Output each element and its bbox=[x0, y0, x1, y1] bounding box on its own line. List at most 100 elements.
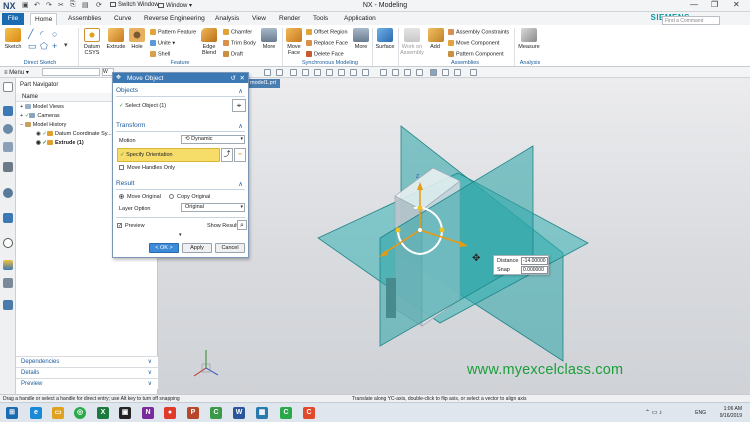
copy-icon[interactable]: ⎘ bbox=[70, 1, 76, 9]
line-icon[interactable]: ╱ bbox=[28, 29, 33, 40]
roles-icon[interactable] bbox=[3, 300, 13, 310]
tab-home[interactable]: Home bbox=[30, 13, 58, 25]
pan-icon[interactable] bbox=[416, 69, 423, 76]
pattern-feature-button[interactable]: Pattern Feature bbox=[150, 29, 196, 35]
transform-section-header[interactable]: Transform ∧ bbox=[116, 122, 245, 130]
cut-icon[interactable]: ✂ bbox=[58, 1, 64, 9]
settings-icon[interactable] bbox=[3, 82, 13, 92]
rotate-icon[interactable] bbox=[404, 69, 411, 76]
edge-blend-button[interactable]: Edge Blend bbox=[198, 28, 220, 56]
snap-quadrant-icon[interactable] bbox=[326, 69, 333, 76]
snap-midpoint-icon[interactable] bbox=[302, 69, 309, 76]
command-search-input[interactable]: Find a Command bbox=[662, 16, 720, 25]
switch-window-button[interactable]: Switch Window bbox=[110, 2, 159, 8]
chrome-icon[interactable]: ◎ bbox=[74, 407, 86, 419]
sketch-button[interactable]: Sketch bbox=[3, 28, 23, 50]
process-studio-icon[interactable] bbox=[3, 278, 13, 288]
doc-tab-model1[interactable]: model1.prt bbox=[246, 79, 280, 88]
snap-face-icon[interactable] bbox=[362, 69, 369, 76]
zoom-icon[interactable] bbox=[392, 69, 399, 76]
snap-point-icon[interactable] bbox=[350, 69, 357, 76]
move-component-button[interactable]: Move Component bbox=[448, 40, 499, 46]
cancel-button[interactable]: Cancel bbox=[215, 243, 245, 253]
show-result-icon[interactable]: ⌕ bbox=[237, 220, 247, 230]
circle-icon[interactable]: ○ bbox=[52, 29, 57, 39]
offset-region-button[interactable]: Offset Region bbox=[306, 29, 348, 35]
add-component-button[interactable]: Add bbox=[428, 28, 444, 50]
details-section[interactable]: Details ∨ bbox=[16, 367, 158, 378]
tab-reverse-engineering[interactable]: Reverse Engineering bbox=[140, 13, 209, 25]
select-object-target-icon[interactable]: ⌖ bbox=[232, 99, 246, 112]
chamfer-button[interactable]: Chamfer bbox=[223, 29, 252, 35]
snap-endpoint-icon[interactable] bbox=[290, 69, 297, 76]
web-browser-icon[interactable] bbox=[3, 188, 13, 198]
selection-filter-dropdown[interactable] bbox=[42, 68, 100, 76]
datum-csys-button[interactable]: Datum CSYS bbox=[82, 28, 102, 56]
reset-icon[interactable]: ↺ bbox=[231, 74, 236, 82]
preview-checkbox[interactable]: ✓ Preview bbox=[117, 223, 145, 229]
feature-more-button[interactable]: More bbox=[260, 28, 278, 50]
snap-center-icon[interactable] bbox=[314, 69, 321, 76]
unite-button[interactable]: Unite ▾ bbox=[150, 40, 175, 46]
trim-body-button[interactable]: Trim Body bbox=[223, 40, 256, 46]
copy-original-radio[interactable]: Copy Original bbox=[169, 194, 210, 200]
onscreen-icon[interactable]: ▣ bbox=[119, 407, 131, 419]
expand-more-icon[interactable]: ▾ bbox=[179, 232, 182, 238]
draft-button[interactable]: Draft bbox=[223, 51, 243, 57]
tab-view[interactable]: View bbox=[248, 13, 270, 25]
paste-icon[interactable]: ▤ bbox=[82, 1, 89, 9]
extrude-button[interactable]: Extrude bbox=[105, 28, 127, 50]
select-all-icon[interactable] bbox=[264, 69, 271, 76]
snap-intersection-icon[interactable] bbox=[338, 69, 345, 76]
tab-tools[interactable]: Tools bbox=[309, 13, 332, 25]
work-on-assembly-button[interactable]: Work on Assembly bbox=[400, 28, 424, 56]
camtasia-recorder-icon[interactable]: C bbox=[280, 407, 292, 419]
assembly-navigator-icon[interactable] bbox=[3, 124, 13, 134]
tab-render[interactable]: Render bbox=[275, 13, 304, 25]
shaded-icon[interactable] bbox=[430, 69, 437, 76]
tree-item-datum-csys[interactable]: ◉ ✓ Datum Coordinate Sy... bbox=[36, 131, 112, 137]
point-dialog-icon[interactable]: ⌁ bbox=[234, 148, 246, 162]
rectangle-icon[interactable]: ▭ bbox=[28, 41, 37, 52]
move-handles-only-checkbox[interactable]: Move Handles Only bbox=[119, 165, 175, 171]
redo-icon[interactable]: ↷ bbox=[46, 1, 52, 9]
hole-button[interactable]: Hole bbox=[129, 28, 145, 50]
dependencies-section[interactable]: Dependencies ∨ bbox=[16, 356, 158, 367]
reuse-library-icon[interactable] bbox=[3, 162, 13, 172]
ok-button[interactable]: < OK > bbox=[149, 243, 179, 253]
distance-field[interactable]: -14.00000 bbox=[521, 257, 548, 265]
clock-icon[interactable] bbox=[3, 238, 13, 248]
tab-analysis[interactable]: Analysis bbox=[211, 13, 243, 25]
dialog-close-icon[interactable]: ✕ bbox=[240, 74, 245, 82]
assembly-constraints-button[interactable]: Assembly Constraints bbox=[448, 29, 509, 35]
tree-item-cameras[interactable]: + ✓ Cameras bbox=[20, 113, 60, 119]
file-explorer-icon[interactable]: ▭ bbox=[52, 407, 64, 419]
orient-view-icon[interactable] bbox=[442, 69, 449, 76]
arc-icon[interactable]: ◜ bbox=[40, 29, 44, 40]
edit-section-icon[interactable] bbox=[454, 69, 461, 76]
motion-dropdown[interactable]: ⟲ Dynamic ▾ bbox=[181, 135, 245, 144]
specify-orientation-row[interactable]: ✓ Specify Orientation bbox=[117, 148, 220, 162]
move-original-radio[interactable]: Move Original bbox=[119, 194, 161, 200]
maximize-button[interactable]: ❐ bbox=[711, 0, 718, 9]
tab-application[interactable]: Application bbox=[340, 13, 380, 25]
tray-icons[interactable]: ⌃ ▭ ♪ bbox=[645, 409, 662, 416]
word-icon[interactable]: W bbox=[233, 407, 245, 419]
undo-icon[interactable]: ↶ bbox=[34, 1, 40, 9]
tree-item-model-views[interactable]: + Model Views bbox=[20, 104, 64, 110]
move-face-button[interactable]: Move Face bbox=[285, 28, 303, 56]
layer-settings-icon[interactable] bbox=[470, 69, 477, 76]
fit-view-icon[interactable] bbox=[380, 69, 387, 76]
tab-curve[interactable]: Curve bbox=[110, 13, 135, 25]
excel-icon[interactable]: X bbox=[97, 407, 109, 419]
nx-app-icon[interactable]: ▦ bbox=[256, 407, 268, 419]
powerpoint-icon[interactable]: P bbox=[187, 407, 199, 419]
tab-file[interactable]: File bbox=[2, 13, 24, 25]
polygon-icon[interactable]: ⬠ bbox=[40, 41, 48, 52]
recorder-icon[interactable]: ● bbox=[164, 407, 176, 419]
close-button[interactable]: ✕ bbox=[733, 0, 740, 9]
camtasia-icon[interactable]: C bbox=[210, 407, 222, 419]
clock[interactable]: 1:06 AM 9/16/2019 bbox=[720, 406, 742, 420]
csys-dialog-icon[interactable]: ⤴ bbox=[221, 148, 233, 162]
tree-item-model-history[interactable]: − Model History bbox=[20, 122, 66, 128]
